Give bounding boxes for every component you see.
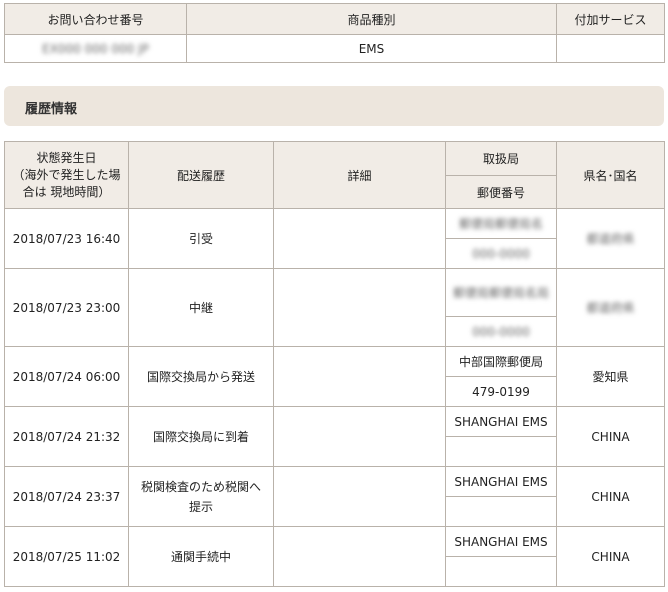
history-region: CHINA [556,406,665,467]
tracking-number-cell: EX000 000 000 JP [4,34,187,63]
history-region: CHINA [556,526,665,587]
postal-code: 000-0000 [472,324,530,339]
history-detail [273,526,446,587]
postal-code: 000-0000 [472,246,530,261]
history-postal: 479-0199 [445,376,557,407]
history-office: 中部国際郵便局 [445,346,557,377]
history-office: SHANGHAI EMS [445,466,557,497]
history-detail [273,208,446,269]
history-row: 2018/07/25 11:02 通関手続中 SHANGHAI EMS CHINA [4,526,665,587]
tracking-summary-table: お問い合わせ番号 商品種別 付加サービス EX000 000 000 JP EM… [4,3,665,63]
history-row: 2018/07/24 21:32 国際交換局に到着 SHANGHAI EMS CHIN… [4,406,665,467]
product-type-header: 商品種別 [186,3,557,35]
office-name: 郵便局郵便局名局 [452,286,549,300]
history-detail [273,406,446,467]
history-office: SHANGHAI EMS [445,406,557,437]
history-postal: 000-0000 [445,238,557,269]
status-header: 配送履歴 [128,141,274,209]
region-header: 県名･国名 [556,141,665,209]
history-row: 2018/07/23 23:00 中継 郵便局郵便局名局都道府県 [4,268,665,347]
history-date: 2018/07/23 23:00 [4,268,129,347]
history-section-title: 履歴情報 [25,102,78,117]
extra-service [556,34,665,63]
history-region: CHINA [556,466,665,527]
history-office: 郵便局郵便局名局 [445,268,557,317]
history-region: 都道府県 [556,208,665,269]
history-region: 都道府県 [556,268,665,347]
history-section-bar: 履歴情報 [4,86,664,126]
history-date: 2018/07/23 16:40 [4,208,129,269]
history-status: 国際交換局から発送 [128,346,274,407]
history-postal [445,436,557,467]
office-name: SHANGHAI EMS [454,414,548,429]
office-name: 郵便局郵便局名 [458,217,543,231]
history-row: 2018/07/23 16:40 引受 郵便局郵便局名都道府県 [4,208,665,269]
history-status: 引受 [128,208,274,269]
tracking-number-header: お問い合わせ番号 [4,3,187,35]
region-name: CHINA [591,549,630,564]
history-postal [445,556,557,587]
extra-service-header: 付加サービス [556,3,665,35]
region-name: 愛知県 [592,370,629,384]
history-status: 通関手続中 [128,526,274,587]
history-row: 2018/07/24 23:37 税関検査のため税関へ提示 SHANGHAI EMS… [4,466,665,527]
history-date: 2018/07/25 11:02 [4,526,129,587]
region-name: 都道府県 [586,301,635,315]
product-type: EMS [186,34,557,63]
history-region: 愛知県 [556,346,665,407]
history-status: 国際交換局に到着 [128,406,274,467]
history-detail [273,268,446,347]
history-status: 税関検査のため税関へ提示 [128,466,274,527]
office-name: SHANGHAI EMS [454,534,548,549]
office-name: SHANGHAI EMS [454,474,548,489]
tracking-number: EX000 000 000 JP [42,41,149,56]
region-name: CHINA [591,489,630,504]
history-office: 郵便局郵便局名 [445,208,557,239]
history-postal: 000-0000 [445,316,557,347]
history-office: SHANGHAI EMS [445,526,557,557]
history-detail [273,346,446,407]
history-detail [273,466,446,527]
postal-header: 郵便番号 [445,175,557,209]
office-name: 中部国際郵便局 [458,355,543,369]
history-postal [445,496,557,527]
region-name: 都道府県 [586,232,635,246]
postal-code: 479-0199 [472,384,530,399]
history-date: 2018/07/24 23:37 [4,466,129,527]
history-date: 2018/07/24 21:32 [4,406,129,467]
history-table: 状態発生日 （海外で発生した場合は 現地時間） 配送履歴 詳細 取扱局 県名･国… [4,141,665,587]
history-row: 2018/07/24 06:00 国際交換局から発送 中部国際郵便局愛知県 [4,346,665,407]
office-header: 取扱局 [445,141,557,176]
history-status: 中継 [128,268,274,347]
detail-header: 詳細 [273,141,446,209]
region-name: CHINA [591,429,630,444]
history-date: 2018/07/24 06:00 [4,346,129,407]
date-header: 状態発生日 （海外で発生した場合は 現地時間） [4,141,129,209]
